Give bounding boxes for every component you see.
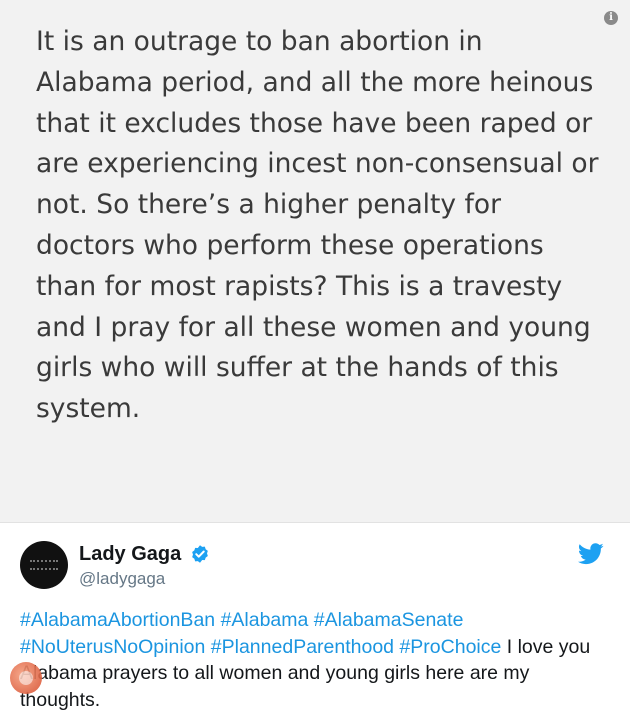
tweet-text: #AlabamaAbortionBan #Alabama #AlabamaSen…: [20, 607, 610, 713]
info-icon[interactable]: i: [604, 11, 618, 25]
hashtag-link[interactable]: #Alabama: [221, 609, 309, 631]
display-name[interactable]: Lady Gaga: [79, 543, 181, 566]
avatar-logo: [30, 560, 58, 570]
hashtag-link[interactable]: #AlabamaSenate: [314, 609, 464, 631]
hashtag-link[interactable]: #NoUterusNoOpinion: [20, 636, 205, 658]
hashtag-link[interactable]: #AlabamaAbortionBan: [20, 609, 215, 631]
statement-text: It is an outrage to ban abortion in Alab…: [36, 26, 599, 425]
notes-screenshot: i It is an outrage to ban abortion in Al…: [0, 0, 630, 522]
tweet-card: Lady Gaga @ladygaga #AlabamaAbortionBan …: [0, 522, 630, 720]
hashtag-link[interactable]: #PlannedParenthood: [211, 636, 394, 658]
handle[interactable]: @ladygaga: [79, 569, 165, 589]
hashtag-link[interactable]: #ProChoice: [399, 636, 501, 658]
avatar[interactable]: [20, 541, 68, 589]
watermark-logo: [10, 662, 42, 694]
verified-badge-icon: [192, 545, 208, 563]
twitter-bird-icon[interactable]: [578, 543, 604, 565]
